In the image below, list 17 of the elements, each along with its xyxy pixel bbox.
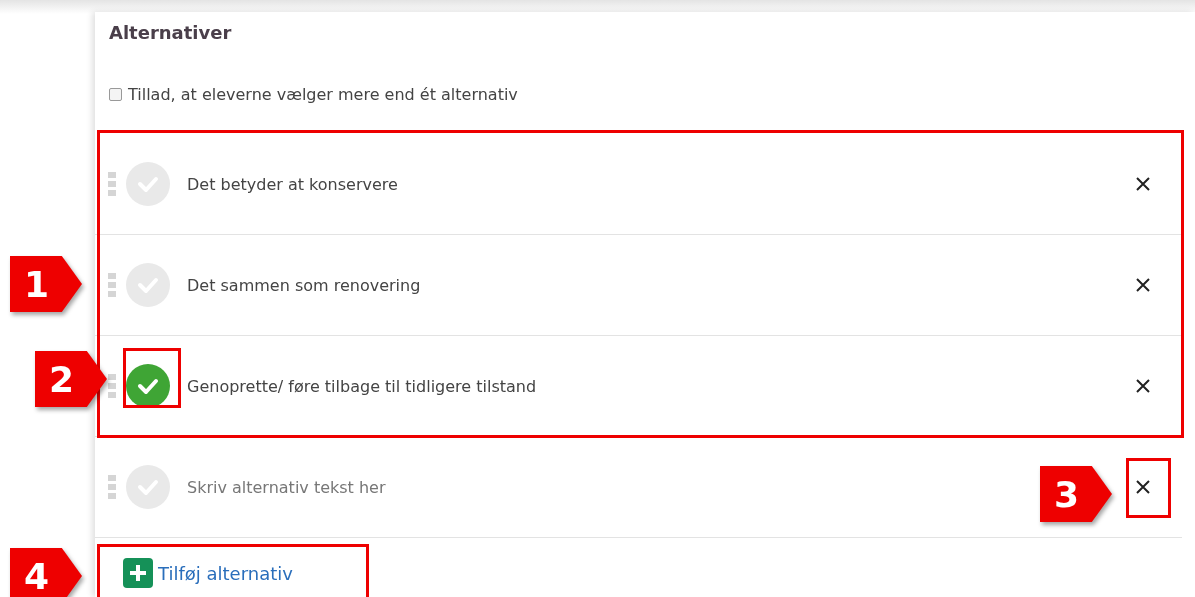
drag-handle-icon[interactable] (108, 475, 116, 499)
drag-handle-icon[interactable] (108, 172, 116, 196)
highlight-frame (1126, 458, 1171, 518)
add-alternative-link[interactable]: Tilføj alternativ (123, 558, 293, 588)
plus-icon (123, 558, 153, 588)
alternative-text: Det sammen som renovering (187, 275, 422, 295)
drag-handle-icon[interactable] (108, 374, 116, 398)
section-title: Alternativer (108, 21, 233, 45)
alternative-text: Det betyder at konservere (187, 174, 399, 194)
check-icon (137, 377, 159, 395)
callout-marker: 1 (10, 256, 82, 312)
callout-marker: 4 (10, 548, 82, 597)
checkbox-label: Tillad, at eleverne vælger mere end ét alternativ (128, 84, 518, 104)
correct-toggle[interactable] (126, 364, 170, 408)
alternative-text: Genoprette/ føre tilbage til tidligere tilstand (187, 376, 538, 396)
drag-handle-icon[interactable] (108, 273, 116, 297)
checkbox[interactable] (109, 87, 122, 101)
